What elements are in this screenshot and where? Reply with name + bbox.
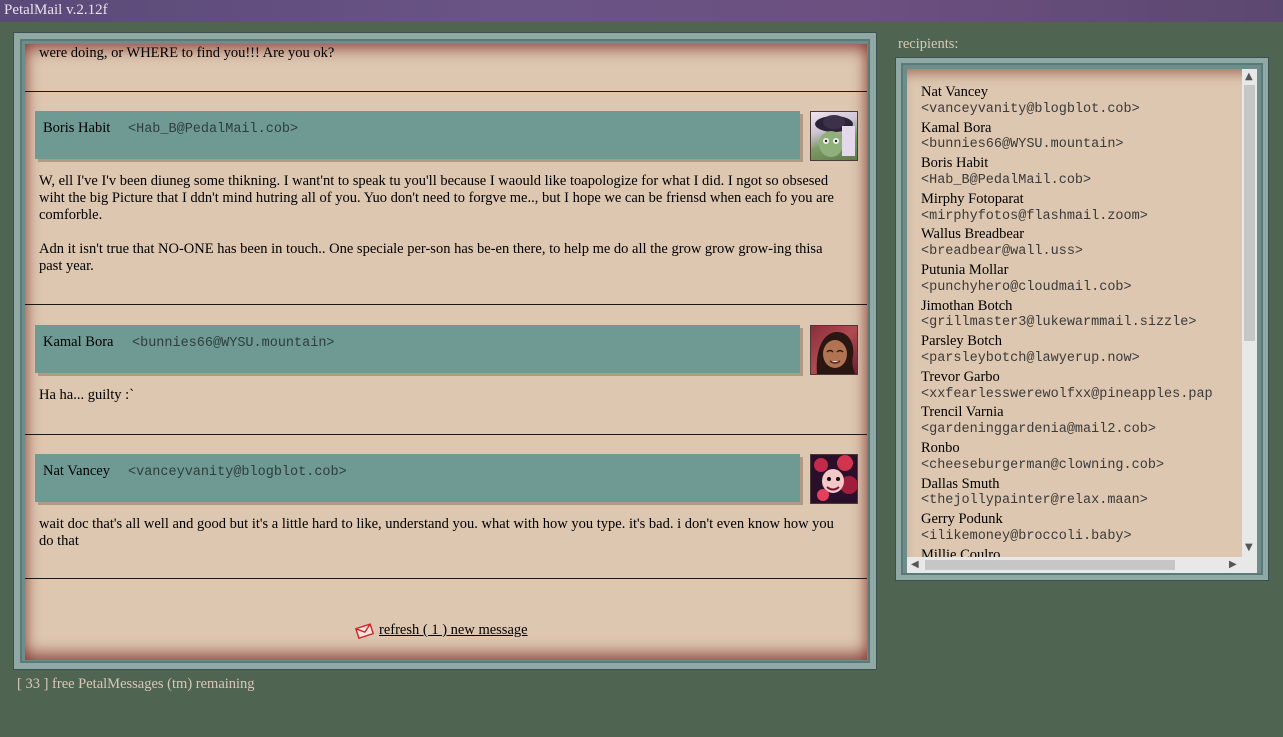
message-header: Boris Habit <Hab_B@PedalMail.cob>: [35, 111, 800, 159]
vertical-scrollbar[interactable]: ▲ ▼: [1242, 69, 1257, 557]
recipient-email: <grillmaster3@lukewarmmail.sizzle>: [921, 315, 1197, 331]
recipient-name: Ronbo: [921, 439, 960, 456]
recipient-name: Nat Vancey: [921, 84, 988, 100]
sender-name[interactable]: Nat Vancey: [43, 463, 110, 480]
message-body: Ha ha... guilty :`: [39, 387, 839, 404]
recipient-name: Putunia Mollar: [921, 261, 1009, 278]
sender-name[interactable]: Boris Habit: [43, 120, 110, 137]
message-divider: [25, 578, 867, 579]
message-header: Nat Vancey <vanceyvanity@blogblot.cob>: [35, 454, 800, 502]
recipient-item[interactable]: Gerry Podunk <ilikemoney@broccoli.baby>: [921, 510, 1241, 546]
recipients-list-box[interactable]: Nat Vancey <vanceyvanity@blogblot.cob> Ka…: [907, 69, 1257, 573]
sender-email[interactable]: <bunnies66@WYSU.mountain>: [132, 336, 335, 351]
recipient-item[interactable]: Mirphy Fotoparat <mirphyfotos@flashmail.z…: [921, 190, 1241, 226]
sender-email[interactable]: <Hab_B@PedalMail.cob>: [128, 122, 298, 137]
message-fragment: were doing, or WHERE to find you!!! Are …: [39, 45, 335, 61]
recipient-name: Gerry Podunk: [921, 511, 1003, 528]
recipient-item[interactable]: Boris Habit <Hab_B@PedalMail.cob>: [921, 154, 1241, 190]
recipient-email: <gardeninggardenia@mail2.cob>: [921, 422, 1156, 438]
recipient-email: <xxfearlesswerewolfxx@pineapples.pap: [921, 386, 1213, 402]
recipient-email: <parsleybotch@lawyerup.now>: [921, 350, 1140, 366]
recipient-email: <ilikemoney@broccoli.baby>: [921, 528, 1132, 544]
message-divider: [25, 434, 867, 435]
window-title: PetalMail v.2.12f: [0, 0, 1283, 22]
recipient-email: <mirphyfotos@flashmail.zoom>: [921, 208, 1148, 224]
recipients-label: recipients:: [898, 36, 959, 52]
message-paragraph: Ha ha... guilty :`: [39, 387, 135, 403]
vertical-scroll-thumb[interactable]: [1244, 85, 1255, 341]
message-divider: [25, 304, 867, 305]
recipient-name: Jimothan Botch: [921, 297, 1013, 314]
recipient-email: <vanceyvanity@blogblot.cob>: [921, 101, 1140, 117]
avatar: [810, 325, 858, 375]
message-paragraph: W, ell I've I'v been diuneg some thiknin…: [39, 173, 834, 223]
recipient-item[interactable]: Parsley Botch <parsleybotch@lawyerup.now>: [921, 332, 1241, 368]
recipient-item[interactable]: Jimothan Botch <grillmaster3@lukewarmmail…: [921, 297, 1241, 333]
horizontal-scrollbar[interactable]: ◀ ▶: [907, 557, 1257, 573]
recipient-item[interactable]: Trencil Varnia <gardeninggardenia@mail2.c…: [921, 403, 1241, 439]
message-divider: [25, 91, 867, 92]
scroll-right-icon[interactable]: ▶: [1229, 560, 1237, 570]
recipient-email: <bunnies66@WYSU.mountain>: [921, 137, 1124, 153]
horizontal-scroll-thumb[interactable]: [925, 560, 1175, 570]
recipient-name: Mirphy Fotoparat: [921, 190, 1024, 207]
message-paragraph: Adn it isn't true that NO-ONE has been i…: [39, 241, 823, 274]
sender-name[interactable]: Kamal Bora: [43, 334, 113, 351]
recipient-email: <cheeseburgerman@clowning.cob>: [921, 457, 1165, 473]
recipient-email: <thejollypainter@relax.maan>: [921, 493, 1148, 509]
recipient-email: <Hab_B@PedalMail.cob>: [921, 172, 1092, 188]
recipients-panel: Nat Vancey <vanceyvanity@blogblot.cob> Ka…: [895, 57, 1269, 581]
recipient-name: Boris Habit: [921, 155, 989, 172]
recipients-list: Nat Vancey <vanceyvanity@blogblot.cob> Ka…: [921, 83, 1241, 573]
recipient-name: Wallus Breadbear: [921, 226, 1025, 243]
recipient-name: Trencil Varnia: [921, 404, 1004, 421]
avatar: [810, 111, 858, 161]
recipient-name: Dallas Smuth: [921, 475, 1000, 492]
recipient-item[interactable]: Trevor Garbo <xxfearlesswerewolfxx@pineap…: [921, 368, 1241, 404]
recipient-name: Parsley Botch: [921, 333, 1002, 350]
recipient-item[interactable]: Dallas Smuth <thejollypainter@relax.maan>: [921, 475, 1241, 511]
recipient-item[interactable]: Nat Vancey <vanceyvanity@blogblot.cob>: [921, 83, 1241, 119]
recipient-name: Trevor Garbo: [921, 368, 1000, 385]
refresh-label[interactable]: refresh ( 1 ) new message: [379, 622, 528, 639]
sender-email[interactable]: <vanceyvanity@blogblot.cob>: [128, 465, 347, 480]
recipient-name: Kamal Bora: [921, 119, 992, 136]
refresh-link[interactable]: refresh ( 1 ) new message: [354, 622, 528, 639]
message-header: Kamal Bora <bunnies66@WYSU.mountain>: [35, 325, 800, 373]
recipient-email: <punchyhero@cloudmail.cob>: [921, 279, 1132, 295]
avatar: [810, 454, 858, 504]
message-thread-scroll[interactable]: were doing, or WHERE to find you!!! Are …: [25, 44, 867, 660]
scroll-down-icon[interactable]: ▼: [1245, 543, 1253, 553]
message-thread-panel: were doing, or WHERE to find you!!! Are …: [13, 32, 877, 670]
recipient-item[interactable]: Putunia Mollar <punchyhero@cloudmail.cob>: [921, 261, 1241, 297]
recipient-item[interactable]: Kamal Bora <bunnies66@WYSU.mountain>: [921, 119, 1241, 155]
recipient-item[interactable]: Ronbo <cheeseburgerman@clowning.cob>: [921, 439, 1241, 475]
message-body: wait doc that's all well and good but it…: [39, 516, 839, 550]
scroll-up-icon[interactable]: ▲: [1245, 72, 1253, 82]
envelope-icon: [354, 622, 375, 639]
free-messages-counter: [ 33 ] free PetalMessages (tm) remaining: [17, 676, 255, 692]
recipient-email: <breadbear@wall.uss>: [921, 244, 1084, 260]
message-body: W, ell I've I'v been diuneg some thiknin…: [39, 173, 839, 275]
recipient-item[interactable]: Wallus Breadbear <breadbear@wall.uss>: [921, 225, 1241, 261]
scroll-left-icon[interactable]: ◀: [911, 560, 919, 570]
message-paragraph: wait doc that's all well and good but it…: [39, 516, 834, 549]
